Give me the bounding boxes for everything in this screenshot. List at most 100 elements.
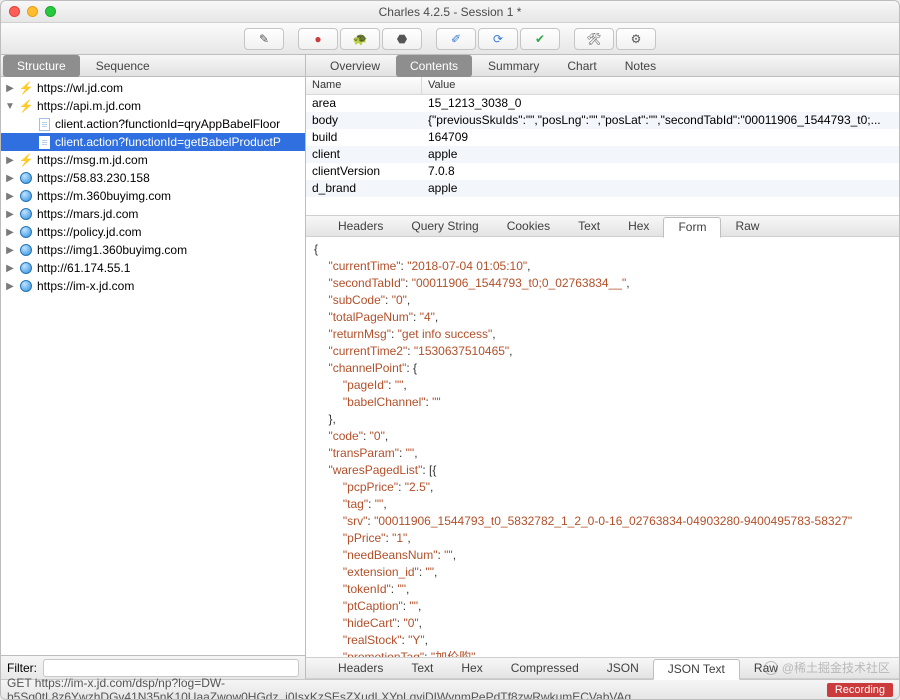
host-tree: ▶⚡https://wl.jd.com ▼⚡https://api.m.jd.c… xyxy=(1,77,305,655)
kv-val: apple xyxy=(422,146,899,163)
reqtab-form[interactable]: Form xyxy=(663,217,721,238)
settings-button[interactable]: ⚙ xyxy=(616,28,656,50)
kv-row[interactable]: area15_1213_3038_0 xyxy=(306,95,899,112)
repeat-button[interactable]: ⟳ xyxy=(478,28,518,50)
reqtab-query[interactable]: Query String xyxy=(397,215,492,237)
titlebar: Charles 4.2.5 - Session 1 * xyxy=(1,1,899,23)
globe-icon xyxy=(19,225,33,239)
kv-key: clientVersion xyxy=(306,163,422,180)
wrench-icon: 🛠 xyxy=(586,32,601,46)
kv-row[interactable]: d_brandapple xyxy=(306,180,899,197)
json-pane[interactable]: { "currentTime": "2018-07-04 01:05:10", … xyxy=(306,237,899,657)
tree-label: https://img1.360buyimg.com xyxy=(37,243,187,257)
chevron-right-icon[interactable]: ▶ xyxy=(5,83,15,94)
col-value[interactable]: Value xyxy=(422,77,461,94)
chevron-right-icon[interactable]: ▶ xyxy=(5,227,15,238)
col-name[interactable]: Name xyxy=(306,77,422,94)
tree-node[interactable]: ▶ https://im-x.jd.com xyxy=(1,277,305,295)
tree-node[interactable]: ▶ https://img1.360buyimg.com xyxy=(1,241,305,259)
pen-icon: ✐ xyxy=(451,32,461,46)
chevron-right-icon[interactable]: ▶ xyxy=(5,281,15,292)
bolt-icon: ⚡ xyxy=(19,153,33,167)
filter-label: Filter: xyxy=(7,661,37,675)
breakpoints-button[interactable]: ⬣ xyxy=(382,28,422,50)
kv-row[interactable]: clientVersion7.0.8 xyxy=(306,163,899,180)
tab-contents[interactable]: Contents xyxy=(396,55,472,77)
kv-key: build xyxy=(306,129,422,146)
record-button[interactable]: ● xyxy=(298,28,338,50)
refresh-icon: ⟳ xyxy=(493,32,503,46)
tree-label: https://im-x.jd.com xyxy=(37,279,134,293)
record-icon: ● xyxy=(314,32,321,46)
reqtab-hex[interactable]: Hex xyxy=(614,215,663,237)
resptab-jsontext[interactable]: JSON Text xyxy=(653,659,740,680)
tab-sequence[interactable]: Sequence xyxy=(82,55,164,77)
tree-label: https://58.83.230.158 xyxy=(37,171,150,185)
gear-icon: ⚙ xyxy=(631,32,642,46)
tab-chart[interactable]: Chart xyxy=(553,55,610,77)
kv-key: body xyxy=(306,112,422,129)
tab-overview[interactable]: Overview xyxy=(316,55,394,77)
kv-row[interactable]: body{"previousSkuIds":"","posLng":"","po… xyxy=(306,112,899,129)
tab-structure[interactable]: Structure xyxy=(3,55,80,77)
tree-label: https://api.m.jd.com xyxy=(37,99,141,113)
kv-row[interactable]: clientapple xyxy=(306,146,899,163)
kv-val: 15_1213_3038_0 xyxy=(422,95,899,112)
broom-icon: ✎ xyxy=(259,32,269,46)
turtle-icon: 🐢 xyxy=(353,32,368,46)
chevron-down-icon[interactable]: ▼ xyxy=(5,101,15,112)
tree-node-selected[interactable]: client.action?functionId=getBabelProduct… xyxy=(1,133,305,151)
tree-node[interactable]: client.action?functionId=qryAppBabelFloo… xyxy=(1,115,305,133)
left-tabbar: Structure Sequence xyxy=(1,55,305,77)
globe-icon xyxy=(19,243,33,257)
filter-input[interactable] xyxy=(43,659,299,677)
reqtab-headers[interactable]: Headers xyxy=(324,215,397,237)
tools-button[interactable]: 🛠 xyxy=(574,28,614,50)
tab-notes[interactable]: Notes xyxy=(611,55,670,77)
reqtab-raw[interactable]: Raw xyxy=(721,215,773,237)
chevron-right-icon[interactable]: ▶ xyxy=(5,191,15,202)
file-icon xyxy=(37,117,51,131)
chevron-right-icon[interactable]: ▶ xyxy=(5,173,15,184)
bolt-icon: ⚡ xyxy=(19,81,33,95)
kv-row[interactable]: build164709 xyxy=(306,129,899,146)
tree-label: client.action?functionId=qryAppBabelFloo… xyxy=(55,117,280,131)
kv-val: 7.0.8 xyxy=(422,163,899,180)
tree-node[interactable]: ▶http://61.174.55.1 xyxy=(1,259,305,277)
tree-node[interactable]: ▶ https://policy.jd.com xyxy=(1,223,305,241)
tree-node[interactable]: ▶ https://58.83.230.158 xyxy=(1,169,305,187)
kv-table: area15_1213_3038_0 body{"previousSkuIds"… xyxy=(306,95,899,215)
globe-icon xyxy=(19,207,33,221)
reqtab-text[interactable]: Text xyxy=(564,215,614,237)
throttle-button[interactable]: 🐢 xyxy=(340,28,380,50)
validate-button[interactable]: ✔ xyxy=(520,28,560,50)
tree-label: https://msg.m.jd.com xyxy=(37,153,148,167)
kv-val: {"previousSkuIds":"","posLng":"","posLat… xyxy=(422,112,899,129)
tree-label: https://policy.jd.com xyxy=(37,225,141,239)
tab-summary[interactable]: Summary xyxy=(474,55,553,77)
toolbar: ✎ ● 🐢 ⬣ ✐ ⟳ ✔ 🛠 ⚙ xyxy=(1,23,899,55)
kv-val: apple xyxy=(422,180,899,197)
kv-key: area xyxy=(306,95,422,112)
chevron-right-icon[interactable]: ▶ xyxy=(5,155,15,166)
chevron-right-icon[interactable]: ▶ xyxy=(5,245,15,256)
clear-button[interactable]: ✎ xyxy=(244,28,284,50)
reqtab-cookies[interactable]: Cookies xyxy=(493,215,564,237)
kv-key: d_brand xyxy=(306,180,422,197)
tree-node[interactable]: ▶https://mars.jd.com xyxy=(1,205,305,223)
kv-key: client xyxy=(306,146,422,163)
chevron-right-icon[interactable]: ▶ xyxy=(5,263,15,274)
window-title: Charles 4.2.5 - Session 1 * xyxy=(1,5,899,19)
status-bar: GET https://im-x.jd.com/dsp/np?log=DW-b5… xyxy=(1,679,899,699)
tree-label: https://wl.jd.com xyxy=(37,81,123,95)
tree-node[interactable]: ▼⚡https://api.m.jd.com xyxy=(1,97,305,115)
hexagon-icon: ⬣ xyxy=(397,32,407,46)
tree-node[interactable]: ▶ ⚡ https://msg.m.jd.com xyxy=(1,151,305,169)
chevron-right-icon[interactable]: ▶ xyxy=(5,209,15,220)
compose-button[interactable]: ✐ xyxy=(436,28,476,50)
tree-node[interactable]: ▶ ⚡ https://wl.jd.com xyxy=(1,79,305,97)
kv-val: 164709 xyxy=(422,129,899,146)
tree-label: client.action?functionId=getBabelProduct… xyxy=(55,135,281,149)
tree-node[interactable]: ▶https://m.360buyimg.com xyxy=(1,187,305,205)
globe-icon xyxy=(19,189,33,203)
